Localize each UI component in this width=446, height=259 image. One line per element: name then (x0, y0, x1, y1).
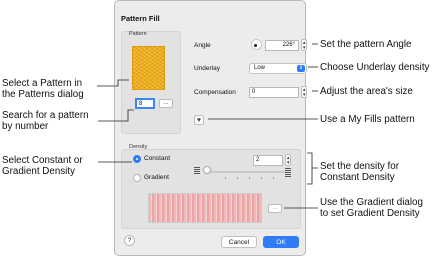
underlay-value: Low (254, 65, 266, 71)
angle-stepper[interactable]: ▲ ▼ (301, 39, 307, 51)
slider-tick (237, 177, 238, 179)
pattern-number-input[interactable]: 8 (135, 98, 155, 109)
angle-label: Angle (194, 42, 211, 49)
gradient-preview (148, 193, 262, 223)
density-slider-track[interactable] (207, 171, 285, 173)
line-set-density (307, 152, 318, 185)
pattern-browse-button[interactable]: ... (159, 99, 173, 108)
dense-density-icon (285, 168, 291, 178)
underlay-select[interactable]: Low ⇕ (249, 63, 307, 74)
compensation-stepper[interactable]: ▲ ▼ (301, 86, 307, 98)
chevron-updown-icon: ⇕ (297, 65, 305, 72)
callout-search-pattern: Search for a pattern by number (2, 110, 89, 132)
density-value-input[interactable]: 2 (253, 155, 283, 166)
callout-adjust-area: Adjust the area's size (320, 86, 413, 97)
density-constant-radio[interactable] (133, 155, 141, 163)
compensation-label: Compensation (194, 89, 236, 96)
heart-icon: ♥ (196, 117, 202, 124)
callout-use-my-fills: Use a My Fills pattern (320, 114, 415, 125)
density-constant-label: Constant (144, 155, 171, 162)
callout-select-pattern: Select a Pattern in the Patterns dialog (2, 78, 84, 100)
density-gradient-radio[interactable] (133, 174, 141, 182)
pattern-fill-dialog: Pattern Fill Pattern 8 ... Angle 226° ▲ ▼… (114, 0, 307, 256)
cancel-button[interactable]: Cancel (221, 236, 257, 248)
compensation-input[interactable]: 0 (249, 87, 299, 98)
slider-tick (225, 177, 226, 179)
angle-dial[interactable] (251, 39, 262, 50)
my-fills-button[interactable]: ♥ (194, 115, 204, 125)
density-gradient-label: Gradient (144, 174, 169, 181)
density-slider-knob[interactable] (203, 166, 211, 174)
slider-tick (273, 177, 274, 179)
density-group-label: Density (129, 144, 148, 150)
callout-set-angle: Set the pattern Angle (320, 39, 412, 50)
callout-choose-underlay: Choose Underlay density (320, 62, 430, 73)
dialog-title: Pattern Fill (121, 14, 160, 23)
underlay-label: Underlay (194, 65, 221, 72)
help-button[interactable]: ? (124, 235, 135, 246)
callout-select-density: Select Constant or Gradient Density (2, 155, 83, 177)
angle-input[interactable]: 226° (265, 40, 299, 51)
density-stepper[interactable]: ▲ ▼ (285, 154, 291, 166)
slider-tick (249, 177, 250, 179)
pattern-group-label: Pattern (129, 31, 147, 37)
pattern-swatch[interactable] (132, 46, 165, 90)
callout-use-gradient: Use the Gradient dialog to set Gradient … (320, 197, 423, 219)
slider-tick (261, 177, 262, 179)
sparse-density-icon (194, 167, 200, 177)
ok-button[interactable]: OK (263, 236, 299, 248)
gradient-dialog-button[interactable]: ... (268, 204, 282, 213)
callout-set-density: Set the density for Constant Density (320, 161, 399, 183)
